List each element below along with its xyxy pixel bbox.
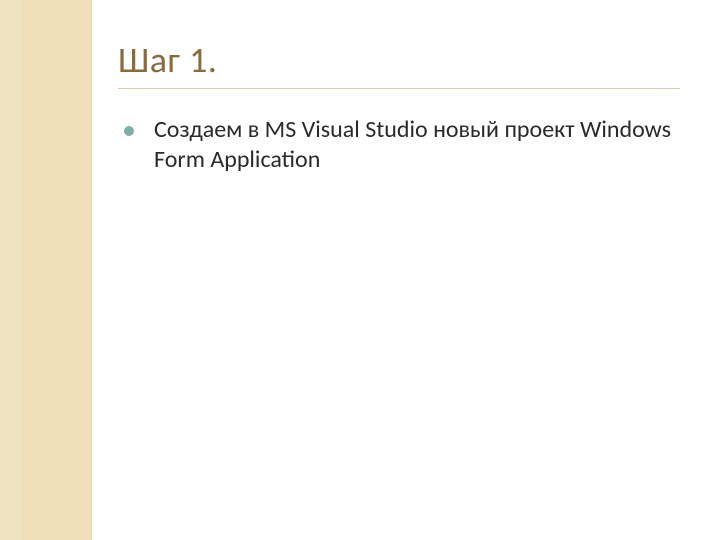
list-item: Создаем в MS Visual Studio новый проект … — [118, 115, 680, 175]
title-underline — [118, 88, 680, 89]
bullet-list: Создаем в MS Visual Studio новый проект … — [118, 115, 680, 175]
list-item-text: Создаем в MS Visual Studio новый проект … — [154, 115, 671, 174]
bullet-icon — [124, 126, 134, 136]
sidebar-band-outer — [0, 0, 22, 540]
slide-content: Шаг 1. Создаем в MS Visual Studio новый … — [118, 38, 680, 175]
sidebar-band-inner — [22, 0, 92, 540]
slide-title: Шаг 1. — [118, 38, 680, 82]
